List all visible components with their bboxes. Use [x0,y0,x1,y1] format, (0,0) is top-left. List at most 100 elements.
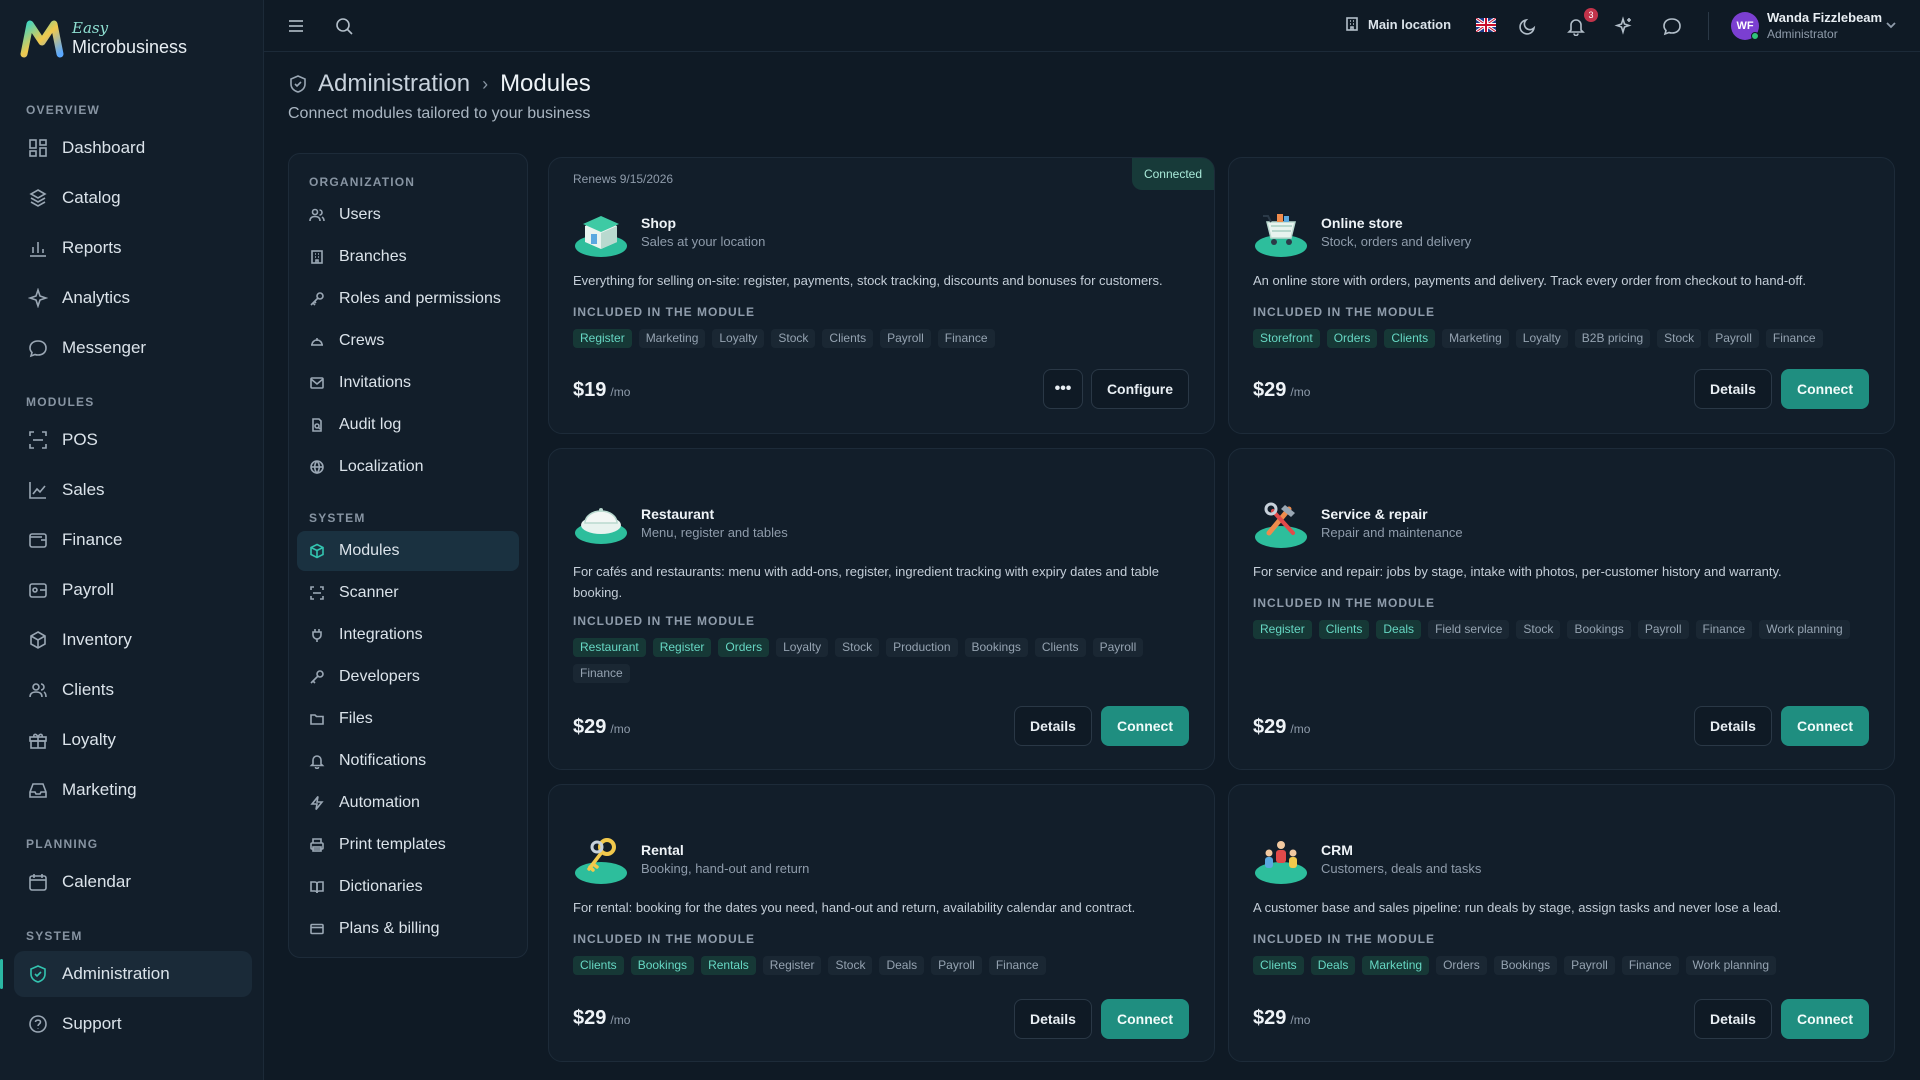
settings-item-audit-log[interactable]: Audit log [297,405,519,445]
settings-item-automation[interactable]: Automation [297,783,519,823]
sidebar-item-dashboard[interactable]: Dashboard [14,125,252,171]
sidebar-item-label: Loyalty [62,730,116,749]
calendar-icon [29,874,47,891]
active-indicator [0,959,3,989]
reports-icon [30,242,46,257]
sidebar-item-messenger[interactable]: Messenger [14,325,252,371]
connect-button[interactable]: Connect [1781,999,1869,1039]
ai-assistant-button[interactable] [1612,14,1636,38]
shield-check-icon [30,965,46,983]
details-button[interactable]: Details [1014,999,1092,1039]
settings-item-invitations[interactable]: Invitations [297,363,519,403]
settings-item-branches[interactable]: Branches [297,237,519,277]
module-price: $29 /mo [1253,379,1310,402]
module-tag: Stock [835,638,880,657]
price-period: /mo [610,385,631,399]
wallet-icon [29,533,47,548]
sidebar-item-administration[interactable]: Administration [14,951,252,997]
price-period: /mo [1290,385,1311,399]
uk-flag-icon[interactable] [1476,18,1496,32]
details-button[interactable]: Details [1694,369,1772,409]
app-logo[interactable]: Easy Microbusiness [20,18,187,58]
settings-item-users[interactable]: Users [297,195,519,235]
details-button[interactable]: Details [1694,706,1772,746]
settings-item-notifications[interactable]: Notifications [297,741,519,781]
sidebar-item-catalog[interactable]: Catalog [14,175,252,221]
sidebar-item-loyalty[interactable]: Loyalty [14,717,252,763]
settings-item-plans-billing[interactable]: Plans & billing [297,909,519,949]
settings-item-print-templates[interactable]: Print templates [297,825,519,865]
sidebar-item-reports[interactable]: Reports [14,225,252,271]
module-tag: Marketing [1442,329,1509,348]
chevron-down-icon[interactable] [1884,18,1898,32]
sidebar-item-analytics[interactable]: Analytics [14,275,252,321]
sidebar-item-sales[interactable]: Sales [14,467,252,513]
sidebar-item-label: Clients [62,680,114,699]
settings-item-crews[interactable]: Crews [297,321,519,361]
details-button[interactable]: Details [1694,999,1772,1039]
globe-icon [310,460,324,475]
building-icon [311,250,323,264]
location-selector[interactable]: Main location [1344,16,1451,32]
module-tag: Work planning [1685,956,1777,975]
settings-item-dictionaries[interactable]: Dictionaries [297,867,519,907]
settings-item-roles[interactable]: Roles and permissions [297,279,519,319]
menu-button[interactable] [284,14,308,38]
analytics-icon [28,288,48,308]
module-tag: Orders [718,638,770,657]
module-tag: Bookings [1567,620,1631,639]
sidebar-item-calendar[interactable]: Calendar [14,859,252,905]
sidebar-item-clients[interactable]: Clients [14,667,252,713]
connect-button[interactable]: Connect [1781,706,1869,746]
sidebar-item-support[interactable]: Support [14,1001,252,1047]
user-name[interactable]: Wanda Fizzlebeam [1767,10,1882,25]
settings-item-label: Localization [339,458,424,475]
settings-item-label: Integrations [339,626,423,643]
connect-button[interactable]: Connect [1781,369,1869,409]
settings-item-localization[interactable]: Localization [297,447,519,487]
module-price: $29 /mo [1253,1007,1310,1030]
breadcrumb-administration[interactable]: Administration [318,70,470,98]
key-icon [310,670,324,684]
settings-item-label: Audit log [339,416,402,433]
sidebar-item-inventory[interactable]: Inventory [14,617,252,663]
module-tag: Payroll [931,956,982,975]
settings-item-integrations[interactable]: Integrations [297,615,519,655]
module-tag: Clients [1034,638,1086,657]
team-icon [1255,841,1307,884]
theme-toggle[interactable] [1516,14,1540,38]
settings-item-modules[interactable]: Modules [297,531,519,571]
search-button[interactable] [332,14,356,38]
module-tag: Stock [771,329,816,348]
settings-item-files[interactable]: Files [297,699,519,739]
messenger-icon [29,340,47,358]
module-tag: Orders [1326,329,1378,348]
bolt-icon [310,796,324,810]
sidebar-item-label: Support [62,1014,122,1033]
sidebar-item-pos[interactable]: POS [14,417,252,463]
price-value: $29 [1253,1007,1287,1029]
connect-button[interactable]: Connect [1101,999,1189,1039]
details-button[interactable]: Details [1014,706,1092,746]
settings-item-developers[interactable]: Developers [297,657,519,697]
settings-item-label: Files [339,710,373,727]
configure-button[interactable]: Configure [1091,369,1189,409]
sidebar-item-payroll[interactable]: Payroll [14,567,252,613]
module-tag: Bookings [630,956,695,975]
sidebar-item-marketing[interactable]: Marketing [14,767,252,813]
settings-item-scanner[interactable]: Scanner [297,573,519,613]
module-description: For cafés and restaurants: menu with add… [573,564,1160,600]
module-tags: Clients Deals Marketing Orders Bookings Payro… [1253,956,1873,975]
book-icon [310,881,324,894]
price-period: /mo [1290,1013,1311,1027]
module-description: For service and repair: jobs by stage, i… [1253,564,1782,579]
module-tag: Payroll [1708,329,1759,348]
module-tags: Restaurant Register Orders Loyalty Stock Prod… [573,638,1193,683]
settings-item-label: Developers [339,668,420,685]
sidebar-item-finance[interactable]: Finance [14,517,252,563]
chat-button[interactable] [1660,14,1684,38]
module-description: For rental: booking for the dates you ne… [573,900,1136,915]
module-tag: Finance [573,664,630,683]
connect-button[interactable]: Connect [1101,706,1189,746]
more-options-button[interactable]: ••• [1043,369,1083,409]
